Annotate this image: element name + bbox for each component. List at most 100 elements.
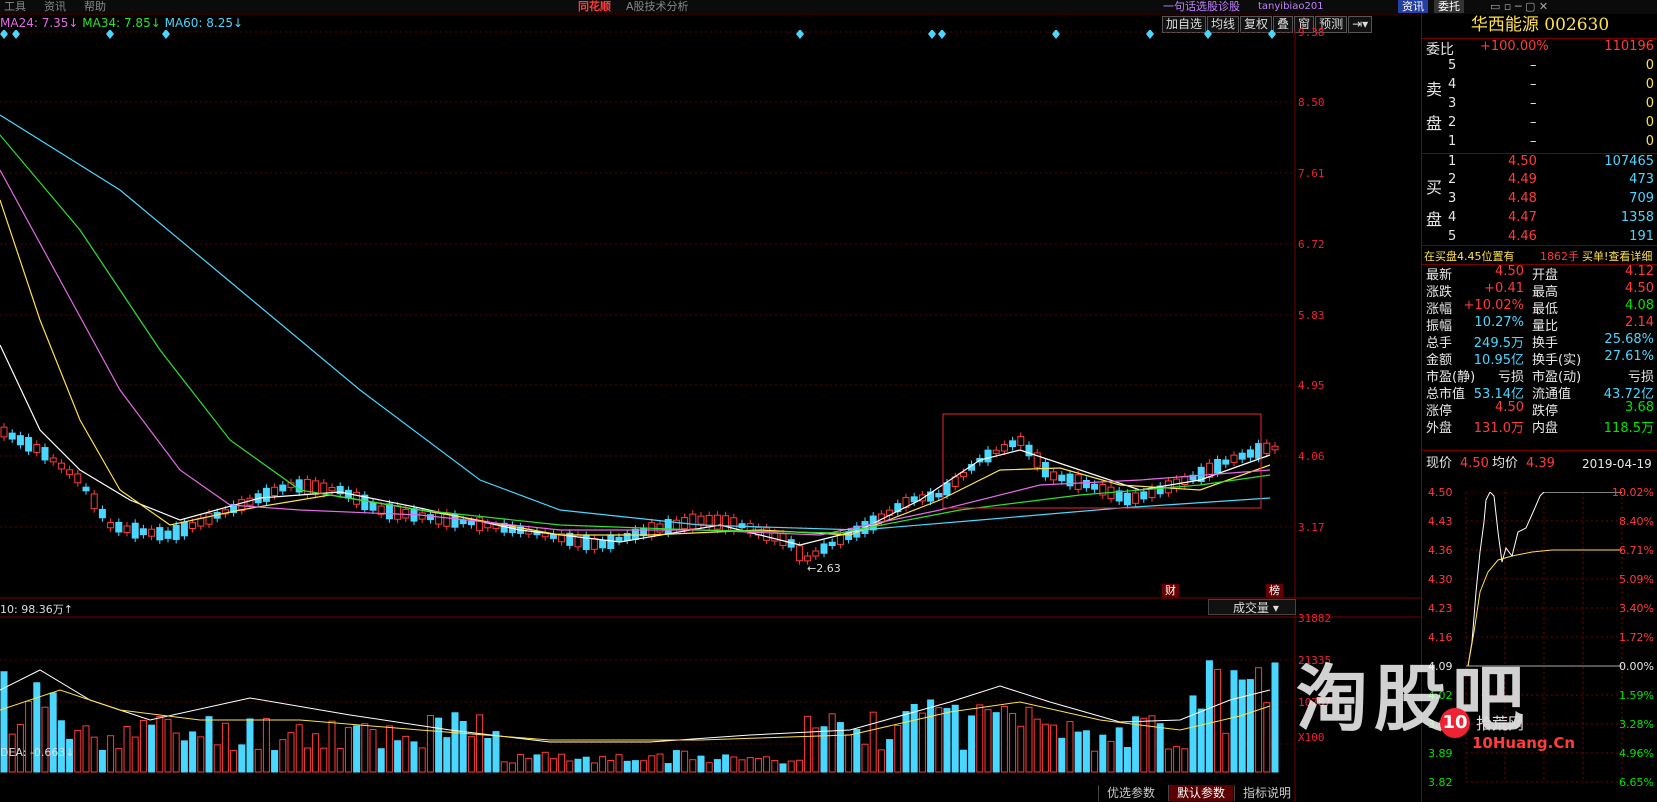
- volume-bar: [1082, 730, 1090, 773]
- volume-bar: [1107, 740, 1115, 773]
- volume-bar: [139, 719, 147, 773]
- volume-bar: [377, 748, 385, 773]
- big-order-notice[interactable]: 在买盘4.45位置有 1862手 买单!查看详细: [1422, 245, 1657, 265]
- volume-bar: [968, 715, 976, 773]
- intraday-pct-label: 8.40%: [1619, 515, 1654, 528]
- window-controls[interactable]: ▭ ▫ ─ ▢ ✕: [1490, 0, 1548, 13]
- candle-body: [320, 482, 328, 495]
- kline-chart[interactable]: [0, 30, 1421, 802]
- volume-bar: [1009, 712, 1017, 773]
- volume-bar: [558, 753, 566, 773]
- volume-bar: [1066, 721, 1074, 773]
- candle-body: [943, 482, 951, 496]
- intraday-pct-label: 3.40%: [1619, 602, 1654, 615]
- intraday-pct-label: 1.72%: [1619, 631, 1654, 644]
- candle-body: [1238, 452, 1246, 460]
- volume-bar: [459, 720, 467, 773]
- volume-bar: [935, 707, 943, 773]
- order-ratio-row: 委比 +100.00% 110196: [1422, 38, 1657, 58]
- candle-body: [279, 484, 287, 492]
- finance-marker[interactable]: 财: [1162, 584, 1179, 598]
- candle-body: [115, 521, 123, 533]
- intraday-pct-label: 0.00%: [1619, 660, 1654, 673]
- candle-body: [33, 443, 41, 453]
- volume-bar: [1238, 679, 1246, 773]
- volume-bar: [959, 749, 967, 773]
- candle-body: [467, 520, 475, 526]
- volume-bar: [49, 692, 57, 773]
- ma-legend: MA24: 7.35↓ MA34: 7.85↓ MA60: 8.25↓: [0, 16, 243, 30]
- buy-row[interactable]: 2 4.49 473: [1422, 172, 1657, 190]
- tab-optimal-params[interactable]: 优选参数: [1098, 785, 1163, 801]
- volume-bar: [533, 754, 541, 773]
- candle-body: [1017, 435, 1025, 446]
- candle-body: [1058, 474, 1066, 482]
- sell-row[interactable]: 1 – 0: [1422, 134, 1657, 152]
- candle-body: [435, 512, 443, 525]
- volume-bar: [1058, 737, 1066, 773]
- indicator-selector[interactable]: 成交量 ▾: [1208, 599, 1296, 615]
- volume-bar: [410, 741, 418, 773]
- volume-bar: [705, 762, 713, 773]
- volume-bar: [1246, 679, 1254, 773]
- volume-bar: [918, 712, 926, 773]
- tab-indicator-help[interactable]: 指标说明: [1234, 785, 1299, 801]
- ranking-marker[interactable]: 榜: [1266, 584, 1283, 598]
- volume-bar: [648, 755, 656, 773]
- candle-body: [131, 522, 139, 539]
- tab-default-params[interactable]: 默认参数: [1168, 785, 1234, 801]
- menu-news[interactable]: 资讯: [44, 0, 66, 13]
- buy-row[interactable]: 3 4.48 709: [1422, 191, 1657, 209]
- app-brand: 同花顺: [578, 0, 611, 13]
- user-name: tanyibiao201: [1258, 1, 1324, 12]
- volume-bar: [1000, 705, 1008, 773]
- candle-body: [697, 515, 705, 525]
- ma24-legend: MA24: 7.35↓: [0, 16, 79, 30]
- intraday-header: 现价 4.50 均价 4.39 2019-04-19: [1422, 450, 1657, 477]
- candle-body: [836, 534, 844, 545]
- menu-tools[interactable]: 工具: [4, 0, 26, 13]
- sell-row[interactable]: 2 – 0: [1422, 115, 1657, 133]
- volume-bar: [1140, 717, 1148, 773]
- candle-body: [49, 457, 57, 463]
- volume-bar: [607, 760, 615, 773]
- stock-pick-link[interactable]: 一句话选股诊股: [1163, 0, 1240, 13]
- volume-bar: [861, 743, 869, 773]
- buy-row[interactable]: 1 4.50 107465: [1422, 153, 1657, 172]
- candle-body: [984, 449, 992, 463]
- event-diamond-icon: [928, 30, 936, 39]
- intraday-price-label: 4.23: [1428, 602, 1453, 615]
- sell-row[interactable]: 4 – 0: [1422, 77, 1657, 95]
- candle-body: [795, 545, 803, 562]
- volume-bar: [1263, 702, 1271, 773]
- volume-bar: [336, 748, 344, 773]
- candle-body: [57, 462, 65, 470]
- volume-bar: [172, 732, 180, 773]
- volume-bar: [738, 759, 746, 773]
- intraday-price-label: 4.50: [1428, 486, 1453, 499]
- candle-body: [804, 555, 812, 562]
- sell-row[interactable]: 5 – 0: [1422, 58, 1657, 76]
- quote-row: 金额 10.95亿 换手(实) 27.61%: [1426, 349, 1654, 368]
- volume-bar: [886, 739, 894, 773]
- intraday-pct-label: 3.28%: [1619, 718, 1654, 731]
- sell-row[interactable]: 3 – 0: [1422, 96, 1657, 114]
- candle-body: [1271, 445, 1279, 451]
- volume-bar: [41, 706, 49, 773]
- volume-bar: [98, 749, 106, 773]
- volume-bar: [976, 704, 984, 773]
- volume-bar: [344, 727, 352, 773]
- volume-bar: [148, 724, 156, 773]
- intraday-pct-label: 6.71%: [1619, 544, 1654, 557]
- quote-row: 外盘 131.0万 内盘 118.5万: [1426, 421, 1654, 436]
- volume-bar: [500, 761, 508, 773]
- volume-bar: [992, 712, 1000, 773]
- buy-row[interactable]: 4 4.47 1358: [1422, 210, 1657, 228]
- tab-news[interactable]: 资讯: [1398, 0, 1428, 13]
- quote-row: 市盈(静) 亏损 市盈(动) 亏损: [1426, 370, 1654, 385]
- tab-order[interactable]: 委托: [1434, 0, 1464, 13]
- volume-bar: [1205, 660, 1213, 773]
- menu-help[interactable]: 帮助: [84, 0, 106, 13]
- candle-body: [1230, 454, 1238, 463]
- volume-bar: [1041, 723, 1049, 773]
